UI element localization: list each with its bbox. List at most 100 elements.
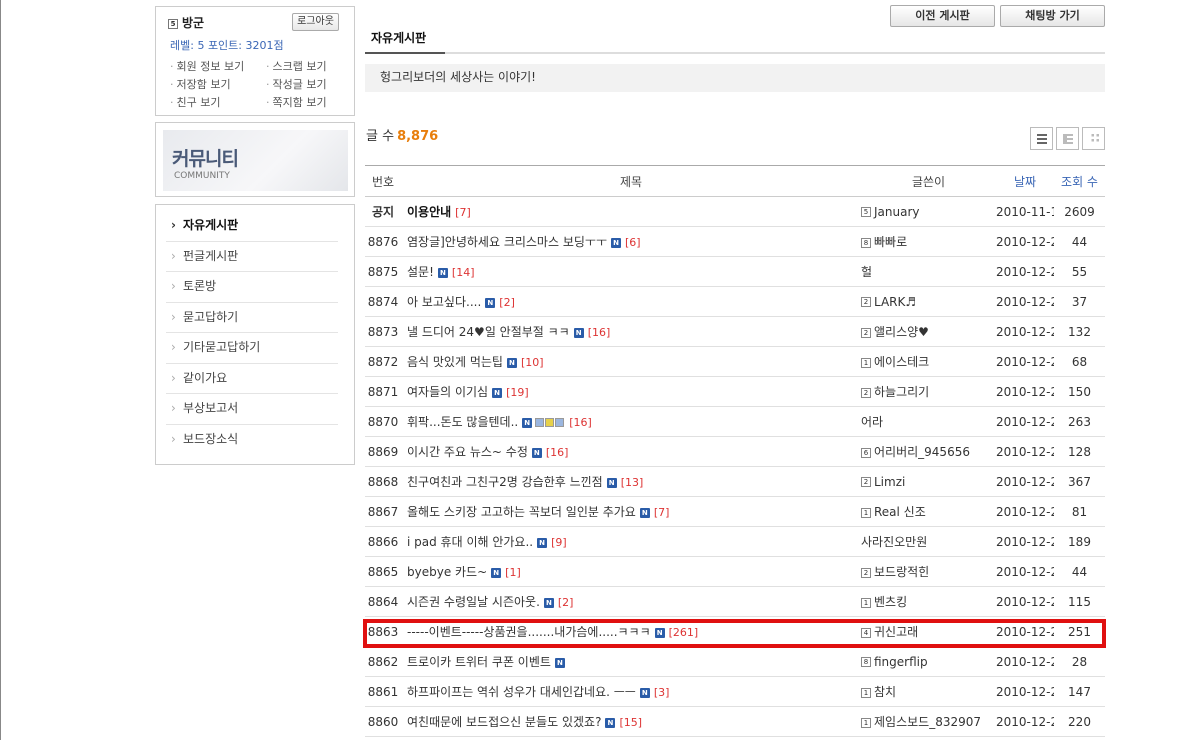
tab-bar: 자유게시판	[365, 28, 1105, 54]
post-title-link[interactable]: 트로이카 트위터 쿠폰 이벤트	[407, 655, 551, 669]
author-name[interactable]: Real 신조	[874, 505, 926, 519]
comment-count[interactable]: [3]	[654, 686, 670, 699]
author-name[interactable]: 제임스보드_832907	[874, 715, 981, 729]
chat-room-button[interactable]: 채팅방 가기	[1000, 5, 1105, 27]
image-icon	[545, 417, 555, 427]
my-posts-link[interactable]: 작성글 보기	[266, 76, 327, 92]
author-name[interactable]: January	[874, 205, 920, 219]
list-view-icon[interactable]	[1030, 127, 1053, 150]
comment-count[interactable]: [10]	[521, 356, 544, 369]
table-row: 8864시즌권 수령일날 시즌아웃.N[2]1벤츠킹2010-12-23115	[365, 586, 1105, 617]
col-date[interactable]: 날짜	[996, 165, 1054, 197]
comment-count[interactable]: [2]	[499, 296, 515, 309]
comment-count[interactable]: [7]	[654, 506, 670, 519]
sidebar-item-free-board[interactable]: 자유게시판	[166, 211, 338, 242]
sidebar-item-resort-news[interactable]: 보드장소식	[166, 425, 338, 456]
sidebar-item-qna[interactable]: 묻고답하기	[166, 303, 338, 333]
comment-count[interactable]: [16]	[588, 326, 611, 339]
post-date: 2010-12-23	[996, 706, 1054, 737]
author-level-icon: 2	[861, 327, 871, 338]
author-cell: 6 어리버리_945656	[861, 436, 996, 467]
post-title-link[interactable]: 올해도 스키장 고고하는 꼭보더 일인분 추가요	[407, 505, 636, 519]
col-views[interactable]: 조회 수	[1054, 165, 1105, 197]
post-title-cell: i pad 휴대 이해 안가요.. N [9]	[401, 526, 861, 557]
comment-count[interactable]: [16]	[569, 416, 592, 429]
comment-count[interactable]: [6]	[625, 236, 641, 249]
comment-count[interactable]: [15]	[619, 716, 642, 729]
author-name[interactable]: LARK♬	[874, 295, 916, 309]
post-title-link[interactable]: 이용안내	[407, 205, 451, 219]
friends-link[interactable]: 친구 보기	[170, 94, 221, 110]
prev-board-button[interactable]: 이전 게시판	[890, 5, 995, 27]
table-row: 8861 하프파이프는 역쉬 성우가 대세인갑네요. ㅡㅡ N [3] 1 참치 2010-…	[365, 676, 1105, 707]
post-title-link[interactable]: 설문!	[407, 265, 434, 279]
logout-button[interactable]: 로그아웃	[292, 13, 339, 31]
author-name[interactable]: 참치	[874, 685, 896, 699]
author-name[interactable]: 앨리스양♥	[874, 325, 929, 339]
author-name[interactable]: Limzi	[874, 475, 905, 489]
comment-count[interactable]: [13]	[621, 476, 644, 489]
post-title-link[interactable]: i pad 휴대 이해 안가요..	[407, 535, 533, 549]
author-cell: 2 앨리스양♥	[861, 316, 996, 347]
tab-free-board[interactable]: 자유게시판	[365, 28, 445, 54]
post-title-link[interactable]: 낼 드디어 24♥일 안절부절 ㅋㅋ	[407, 325, 570, 339]
gallery-view-icon[interactable]	[1082, 127, 1105, 150]
author-level-icon: 1	[861, 357, 871, 368]
new-icon: N	[522, 417, 533, 428]
post-date: 2010-12-23	[996, 346, 1054, 377]
author-name[interactable]: 헐	[861, 265, 872, 279]
author-name[interactable]: 에이스테크	[874, 355, 929, 369]
author-name[interactable]: 어라	[861, 415, 883, 429]
author-name[interactable]: 하늘그리기	[874, 385, 929, 399]
sidebar-item-other-qna[interactable]: 기타묻고답하기	[166, 333, 338, 364]
post-title-link[interactable]: 시즌권 수령일날 시즌아웃.	[407, 595, 540, 609]
post-title-link[interactable]: -----이벤트-----상품권을.......내가슴에.....ㅋㅋㅋ	[407, 625, 651, 639]
sidebar-item-debate[interactable]: 토론방	[166, 272, 338, 303]
author-name[interactable]: 어리버리_945656	[874, 445, 970, 459]
post-number: 8869	[365, 436, 401, 467]
scrap-link[interactable]: 스크랩 보기	[266, 58, 327, 74]
author-level-icon: 8	[861, 657, 871, 667]
comment-count[interactable]: [7]	[455, 206, 471, 219]
sidebar-item-injury-report[interactable]: 부상보고서	[166, 394, 338, 425]
comment-count[interactable]: [1]	[505, 566, 521, 579]
sidebar-item-fun-board[interactable]: 펀글게시판	[166, 242, 338, 272]
post-title-link[interactable]: 여자들의 이기심	[407, 385, 488, 399]
comment-count[interactable]: [19]	[506, 386, 529, 399]
post-date: 2010-12-23	[996, 646, 1054, 677]
post-title-link[interactable]: 하프파이프는 역쉬 성우가 대세인갑네요. ㅡㅡ	[407, 685, 636, 699]
messages-link[interactable]: 쪽지함 보기	[266, 94, 327, 110]
post-title-cell: 트로이카 트위터 쿠폰 이벤트 N	[401, 646, 861, 677]
post-date: 2010-12-23	[996, 316, 1054, 347]
table-row: 8866 i pad 휴대 이해 안가요.. N[9] 사라진오만원 2010-12-2…	[365, 526, 1105, 557]
author-name[interactable]: 벤츠킹	[874, 595, 907, 609]
post-views: 367	[1054, 466, 1105, 497]
author-name[interactable]: fingerflip	[874, 655, 928, 669]
author-cell: 1 에이스테크	[861, 346, 996, 377]
author-name[interactable]: 귀신고래	[874, 625, 918, 639]
comment-count[interactable]: [9]	[551, 536, 567, 549]
post-title-link[interactable]: 친구여친과 그친구2명 강습한후 느낀점	[407, 475, 603, 489]
post-title-link[interactable]: 염장글]안녕하세요 크리스마스 보딩ㅜㅜ	[407, 235, 607, 249]
post-title-link[interactable]: byebye 카드~	[407, 565, 487, 579]
post-title-link[interactable]: 이시간 주요 뉴스~ 수정	[407, 445, 528, 459]
post-title-link[interactable]: 아 보고싶다....	[407, 295, 481, 309]
member-info-link[interactable]: 회원 정보 보기	[170, 58, 245, 74]
post-title-cell: 시즌권 수령일날 시즌아웃. N [2]	[401, 586, 861, 617]
post-title-cell: byebye 카드~ N [1]	[401, 556, 861, 587]
author-name[interactable]: 사라진오만원	[861, 535, 927, 549]
author-cell: 어라	[861, 406, 996, 437]
saved-link[interactable]: 저장함 보기	[170, 76, 231, 92]
webzine-view-icon[interactable]	[1056, 127, 1079, 150]
post-title-link[interactable]: 음식 맛있게 먹는팁	[407, 355, 503, 369]
author-name[interactable]: 보드랑적힌	[874, 565, 929, 579]
post-title-link[interactable]: 휘팍...돈도 많을텐데..	[407, 415, 518, 429]
new-icon: N	[437, 267, 448, 278]
post-title-link[interactable]: 여친때문에 보드접으신 분들도 있겠죠?	[407, 715, 601, 729]
comment-count[interactable]: [14]	[452, 266, 475, 279]
comment-count[interactable]: [16]	[546, 446, 569, 459]
sidebar-item-together[interactable]: 같이가요	[166, 364, 338, 394]
comment-count[interactable]: [2]	[558, 596, 574, 609]
author-name[interactable]: 빠빠로	[874, 235, 907, 249]
comment-count[interactable]: [261]	[669, 626, 699, 639]
